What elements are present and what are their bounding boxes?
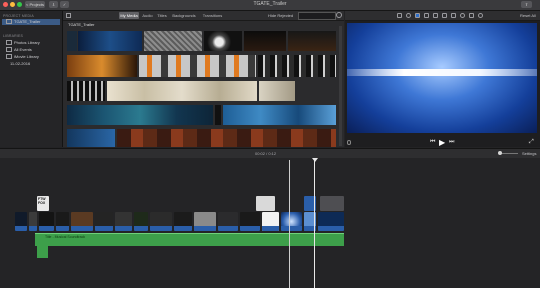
title-clip[interactable]: FTW FOX: [37, 196, 49, 211]
clip-thumbnail[interactable]: [67, 129, 115, 147]
timeline-clip[interactable]: [318, 212, 344, 231]
clip-thumbnail[interactable]: [244, 31, 286, 51]
clip-thumbnail[interactable]: [117, 129, 336, 147]
title-clip[interactable]: [320, 196, 344, 211]
timecode: 00:02 / 0:12: [255, 151, 277, 156]
search-input[interactable]: [298, 12, 336, 20]
noise-reduction-icon[interactable]: [451, 13, 456, 18]
volume-icon[interactable]: [442, 13, 447, 18]
title-clip[interactable]: [256, 196, 275, 211]
timeline-clip[interactable]: [281, 212, 302, 231]
sidebar-item-label: Photos Library: [14, 40, 40, 45]
sidebar-item-imovie-library[interactable]: iMovie Library: [2, 54, 60, 60]
project-media-heading: PROJECT MEDIA: [3, 14, 34, 18]
zoom-slider-knob[interactable]: [498, 151, 502, 155]
sidebar-item-label: iMovie Library: [14, 54, 39, 59]
sidebar-item-label: TGATE_Trailer: [14, 19, 41, 24]
clip-thumbnail[interactable]: [144, 31, 202, 51]
events-icon: [6, 47, 12, 53]
skip-back-icon[interactable]: ⏮: [430, 139, 435, 146]
timeline-clip[interactable]: [240, 212, 260, 231]
reset-all-button[interactable]: Reset All: [520, 13, 536, 18]
skip-forward-icon[interactable]: ⏭: [449, 139, 454, 146]
settings-button[interactable]: Settings: [522, 151, 536, 156]
filter-dropdown[interactable]: Hide Rejected: [268, 12, 296, 19]
photos-icon: [6, 40, 12, 46]
timeline-clip[interactable]: [29, 212, 37, 231]
clip-thumbnail[interactable]: [215, 105, 221, 125]
playback-controls: ⏮ ▶ ⏭ ⤢: [345, 138, 540, 147]
adjustments-toolbar: Reset All: [345, 11, 540, 21]
browser-toolbar: My Media Audio Titles Backgrounds Transi…: [63, 11, 344, 21]
timeline-clip[interactable]: [39, 212, 54, 231]
skimmer-line: [289, 160, 290, 288]
sidebar-item-event[interactable]: 11-02-2016: [2, 61, 60, 67]
sidebar-item-photos-library[interactable]: Photos Library: [2, 40, 60, 46]
microphone-icon[interactable]: [347, 140, 351, 145]
tab-audio[interactable]: Audio: [141, 12, 154, 19]
sidebar-toggle-icon[interactable]: [66, 13, 71, 18]
playhead-handle[interactable]: [312, 158, 318, 162]
clip-thumbnail[interactable]: [67, 81, 105, 101]
timeline-clip[interactable]: [95, 212, 113, 231]
title-bar: < Projects ⇩ ✓ TGATE_Trailer ⇪: [0, 0, 540, 11]
sidebar-item-all-events[interactable]: All Events: [2, 47, 60, 53]
sidebar-item-project[interactable]: TGATE_Trailer: [2, 19, 60, 25]
clip-thumbnail[interactable]: [107, 81, 257, 101]
window-title: TGATE_Trailer: [253, 1, 287, 7]
timeline-clip[interactable]: [115, 212, 132, 231]
info-icon[interactable]: [478, 13, 483, 18]
fullscreen-icon[interactable]: ⤢: [529, 139, 534, 146]
clip-thumbnail[interactable]: [67, 31, 77, 51]
timeline-clip[interactable]: [71, 212, 93, 231]
audio-clip[interactable]: [37, 246, 48, 258]
clip-thumbnail[interactable]: [259, 81, 295, 101]
timeline-clip[interactable]: [218, 212, 238, 231]
video-preview: [347, 23, 537, 133]
library-icon: [6, 54, 12, 60]
speed-icon[interactable]: [460, 13, 465, 18]
title-clip-label: FTW FOX: [38, 197, 46, 205]
clip-thumbnail[interactable]: [78, 31, 142, 51]
magic-wand-icon[interactable]: [397, 13, 402, 18]
tab-my-media[interactable]: My Media: [119, 12, 139, 19]
timeline-clip[interactable]: [194, 212, 216, 231]
clip-thumbnail[interactable]: [258, 55, 336, 77]
clip-thumbnail[interactable]: [139, 55, 256, 77]
timeline-clip[interactable]: [150, 212, 172, 231]
sidebar-item-label: All Events: [14, 47, 32, 52]
light-streak: [347, 69, 537, 76]
clip-thumbnail[interactable]: [67, 55, 137, 77]
timeline-clip[interactable]: [174, 212, 192, 231]
tab-backgrounds[interactable]: Backgrounds: [171, 12, 197, 19]
stabilization-icon[interactable]: [433, 13, 438, 18]
tab-titles[interactable]: Titles: [156, 12, 168, 19]
library-sidebar: PROJECT MEDIA TGATE_Trailer LIBRARIES Ph…: [0, 11, 63, 147]
audio-clip-label: Title - Musical Soundtrack: [45, 235, 86, 239]
gear-icon[interactable]: [336, 12, 342, 18]
clip-thumbnail[interactable]: [67, 105, 213, 125]
share-icon[interactable]: ⇪: [521, 1, 532, 8]
crop-icon[interactable]: [424, 13, 429, 18]
zoom-slider[interactable]: [500, 153, 518, 154]
filter-icon[interactable]: [469, 13, 474, 18]
sidebar-item-label: 11-02-2016: [10, 61, 31, 66]
playhead[interactable]: [314, 160, 315, 288]
browser-header: TGATE_Trailer: [68, 22, 95, 27]
browser-scrollbar[interactable]: [339, 26, 342, 146]
timeline-clip[interactable]: [15, 212, 27, 231]
film-icon: [6, 19, 12, 25]
timeline-clip[interactable]: [262, 212, 279, 231]
clip-thumbnail[interactable]: [204, 31, 242, 51]
color-balance-icon[interactable]: [406, 13, 411, 18]
timeline-clip[interactable]: [134, 212, 148, 231]
clip-thumbnail[interactable]: [288, 31, 336, 51]
clip-thumbnail[interactable]: [223, 105, 336, 125]
tab-transitions[interactable]: Transitions: [200, 12, 225, 19]
audio-clip[interactable]: Title - Musical Soundtrack: [35, 233, 344, 246]
libraries-heading: LIBRARIES: [3, 34, 24, 38]
color-correction-icon[interactable]: [415, 13, 420, 18]
timeline-clip[interactable]: [56, 212, 69, 231]
play-icon[interactable]: ▶: [439, 138, 445, 147]
